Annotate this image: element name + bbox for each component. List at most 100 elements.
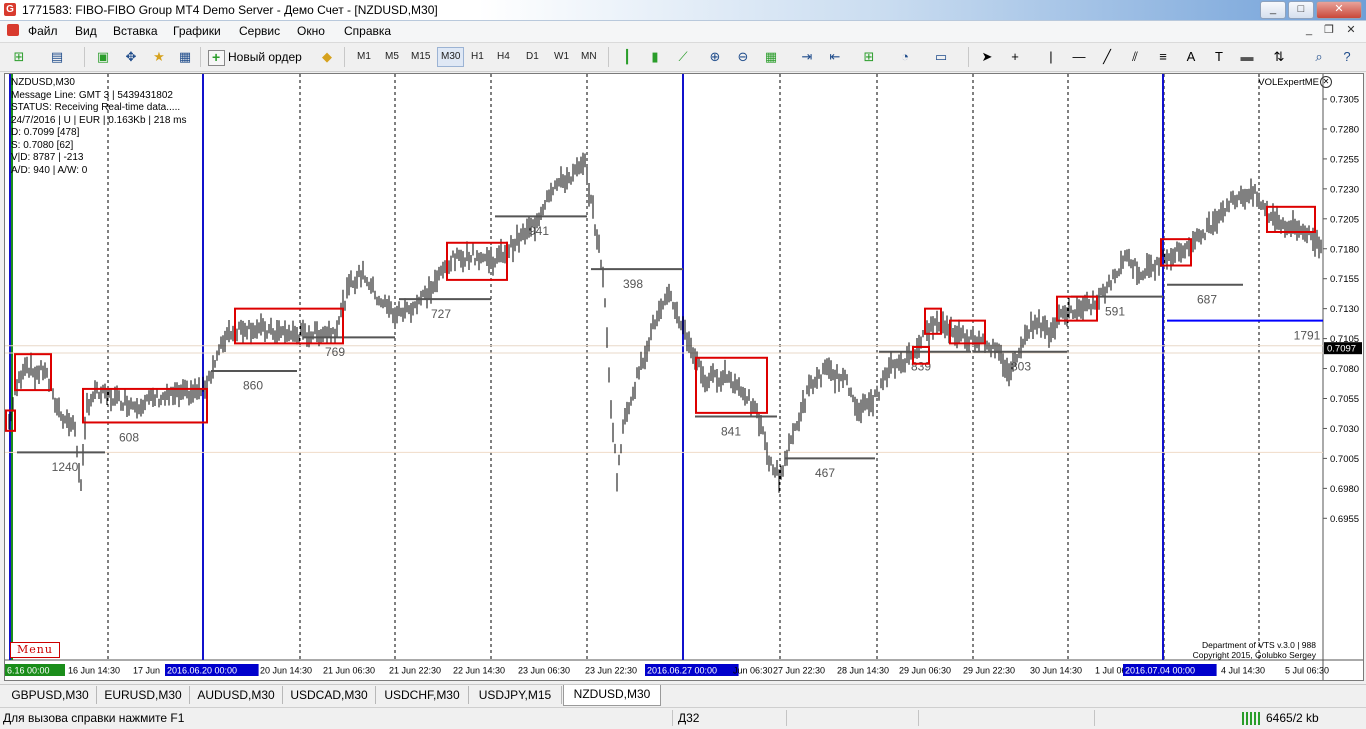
connection-bars-icon: [1242, 712, 1262, 725]
expert-advisors-icon[interactable]: ◆: [316, 47, 338, 67]
menu-file[interactable]: Файл: [28, 24, 58, 38]
zoom-in-icon[interactable]: ⊕: [704, 47, 726, 67]
zoom-out-icon[interactable]: ⊖: [732, 47, 754, 67]
templates-icon[interactable]: ▭: [930, 47, 952, 67]
menu-charts[interactable]: Графики: [173, 24, 221, 38]
price-tick-label: 0.7280: [1330, 124, 1359, 135]
tile-windows-icon[interactable]: ▦: [760, 47, 782, 67]
menu-window[interactable]: Окно: [297, 24, 325, 38]
price-tick-label: 0.7205: [1330, 214, 1359, 225]
candlestick-icon[interactable]: ▮: [644, 47, 666, 67]
chart-window[interactable]: 0.7305 0.7280 0.7255 0.7230 0.7205 0.7180 0.71…: [4, 73, 1364, 681]
equidistant-channel-icon[interactable]: ⫽: [1124, 47, 1146, 67]
status-separator: [918, 710, 919, 726]
timeframe-m5[interactable]: M5: [382, 48, 402, 66]
fibonacci-icon[interactable]: ≡: [1152, 47, 1174, 67]
cursor-icon[interactable]: ➤: [976, 47, 998, 67]
terminal-icon[interactable]: ▦: [174, 47, 196, 67]
timeframe-d1[interactable]: D1: [523, 48, 542, 66]
volume-level-label: 608: [119, 430, 139, 444]
mdi-restore-icon[interactable]: ❐: [1322, 23, 1336, 37]
favorites-icon[interactable]: ★: [148, 47, 170, 67]
info-line: V|D: 8787 | -213: [11, 152, 84, 163]
price-chart[interactable]: 0.7305 0.7280 0.7255 0.7230 0.7205 0.7180 0.71…: [5, 74, 1363, 680]
price-tick-label: 0.7255: [1330, 154, 1359, 165]
time-label: 22 Jun 14:30: [453, 666, 505, 676]
arrow-object-icon[interactable]: ▬: [1236, 47, 1258, 67]
credits-line: Department of VTS v.3.0 | 988: [1201, 640, 1316, 650]
chart-window-icon[interactable]: [7, 24, 19, 36]
vertical-line-icon[interactable]: |: [1040, 47, 1062, 67]
label-icon[interactable]: T: [1208, 47, 1230, 67]
tab-nzdusd[interactable]: NZDUSD,M30: [563, 685, 661, 706]
status-traffic: 6465/2 kb: [1266, 711, 1319, 725]
timeframe-h4[interactable]: H4: [494, 48, 513, 66]
timeframe-m1[interactable]: M1: [354, 48, 374, 66]
time-label: 6.16 00:00: [7, 666, 50, 676]
toolbar-separator: [608, 47, 609, 67]
status-separator: [786, 710, 787, 726]
price-tick-label: 0.7230: [1330, 184, 1359, 195]
timeframe-m15[interactable]: M15: [408, 48, 433, 66]
market-watch-icon[interactable]: ▣: [92, 47, 114, 67]
tab-usdcad[interactable]: USDCAD,M30: [283, 686, 376, 704]
timeframe-w1[interactable]: W1: [551, 48, 572, 66]
indicators-icon[interactable]: ⊞: [858, 47, 880, 67]
text-icon[interactable]: A: [1180, 47, 1202, 67]
time-label: 2016.07.04 00:00: [1125, 666, 1195, 676]
indicator-close-icon[interactable]: ✕: [1320, 76, 1332, 88]
tab-usdjpy[interactable]: USDJPY,M15: [469, 686, 562, 704]
profiles-icon[interactable]: ▤: [46, 47, 68, 67]
volume-level-label: 467: [815, 466, 835, 480]
volume-level-label: 398: [623, 277, 643, 291]
periods-icon[interactable]: ◔: [894, 47, 916, 67]
close-button[interactable]: ✕: [1316, 1, 1362, 19]
crosshair-icon[interactable]: +: [1004, 47, 1026, 67]
info-line: D: 0.7099 [478]: [11, 127, 80, 138]
info-line: STATUS: Receiving Real-time data.....: [11, 102, 181, 113]
price-tick-label: 0.7055: [1330, 394, 1359, 405]
mdi-close-icon[interactable]: ✕: [1344, 23, 1358, 37]
time-label: 23 Jun 22:30: [585, 666, 637, 676]
autoscroll-icon[interactable]: ⇥: [796, 47, 818, 67]
bar-chart-icon[interactable]: ┃: [616, 47, 638, 67]
line-chart-icon[interactable]: ⟋: [672, 47, 694, 67]
trendline-icon[interactable]: ╱: [1096, 47, 1118, 67]
navigator-icon[interactable]: ✥: [120, 47, 142, 67]
minimize-button[interactable]: _: [1260, 1, 1286, 19]
current-price-label: 0.7097: [1327, 344, 1356, 355]
menu-tools[interactable]: Сервис: [239, 24, 280, 38]
menu-help[interactable]: Справка: [344, 24, 391, 38]
tab-gbpusd[interactable]: GBPUSD,M30: [4, 686, 97, 704]
info-panel: NZDUSD,M30 Message Line: GMT 3 | 5439431…: [11, 77, 187, 177]
price-tick-label: 0.7180: [1330, 244, 1359, 255]
volume-level-label: 941: [529, 224, 549, 238]
menu-insert[interactable]: Вставка: [113, 24, 158, 38]
maximize-button[interactable]: □: [1288, 1, 1314, 19]
help-icon[interactable]: ?: [1336, 47, 1358, 67]
menu-view[interactable]: Вид: [75, 24, 97, 38]
new-chart-icon[interactable]: ⊞: [8, 47, 30, 67]
price-tick-label: 0.7305: [1330, 95, 1359, 106]
time-label: 23 Jun 06:30: [518, 666, 570, 676]
time-label: 30 Jun 14:30: [1030, 666, 1082, 676]
arrows-icon[interactable]: ⇅: [1268, 47, 1290, 67]
time-label: 1 Jul 06: [1095, 666, 1127, 676]
volume-level-label: 727: [431, 307, 451, 321]
tab-usdchf[interactable]: USDCHF,M30: [376, 686, 469, 704]
tab-eurusd[interactable]: EURUSD,M30: [97, 686, 190, 704]
timeframe-mn[interactable]: MN: [578, 48, 600, 66]
timeframe-h1[interactable]: H1: [468, 48, 487, 66]
tab-audusd[interactable]: AUDUSD,M30: [190, 686, 283, 704]
price-tick-label: 0.7130: [1330, 304, 1359, 315]
new-order-button[interactable]: Новый ордер: [206, 47, 302, 67]
status-separator: [672, 710, 673, 726]
horizontal-line-icon[interactable]: —: [1068, 47, 1090, 67]
price-tick-label: 0.6955: [1330, 514, 1359, 525]
chart-shift-icon[interactable]: ⇤: [824, 47, 846, 67]
indicator-menu-button[interactable]: Menu: [10, 642, 60, 658]
timeframe-m30[interactable]: M30: [437, 47, 465, 67]
search-icon[interactable]: ⌕: [1308, 47, 1330, 67]
mdi-minimize-icon[interactable]: _: [1302, 23, 1316, 37]
time-label: 17 Jun: [133, 666, 160, 676]
